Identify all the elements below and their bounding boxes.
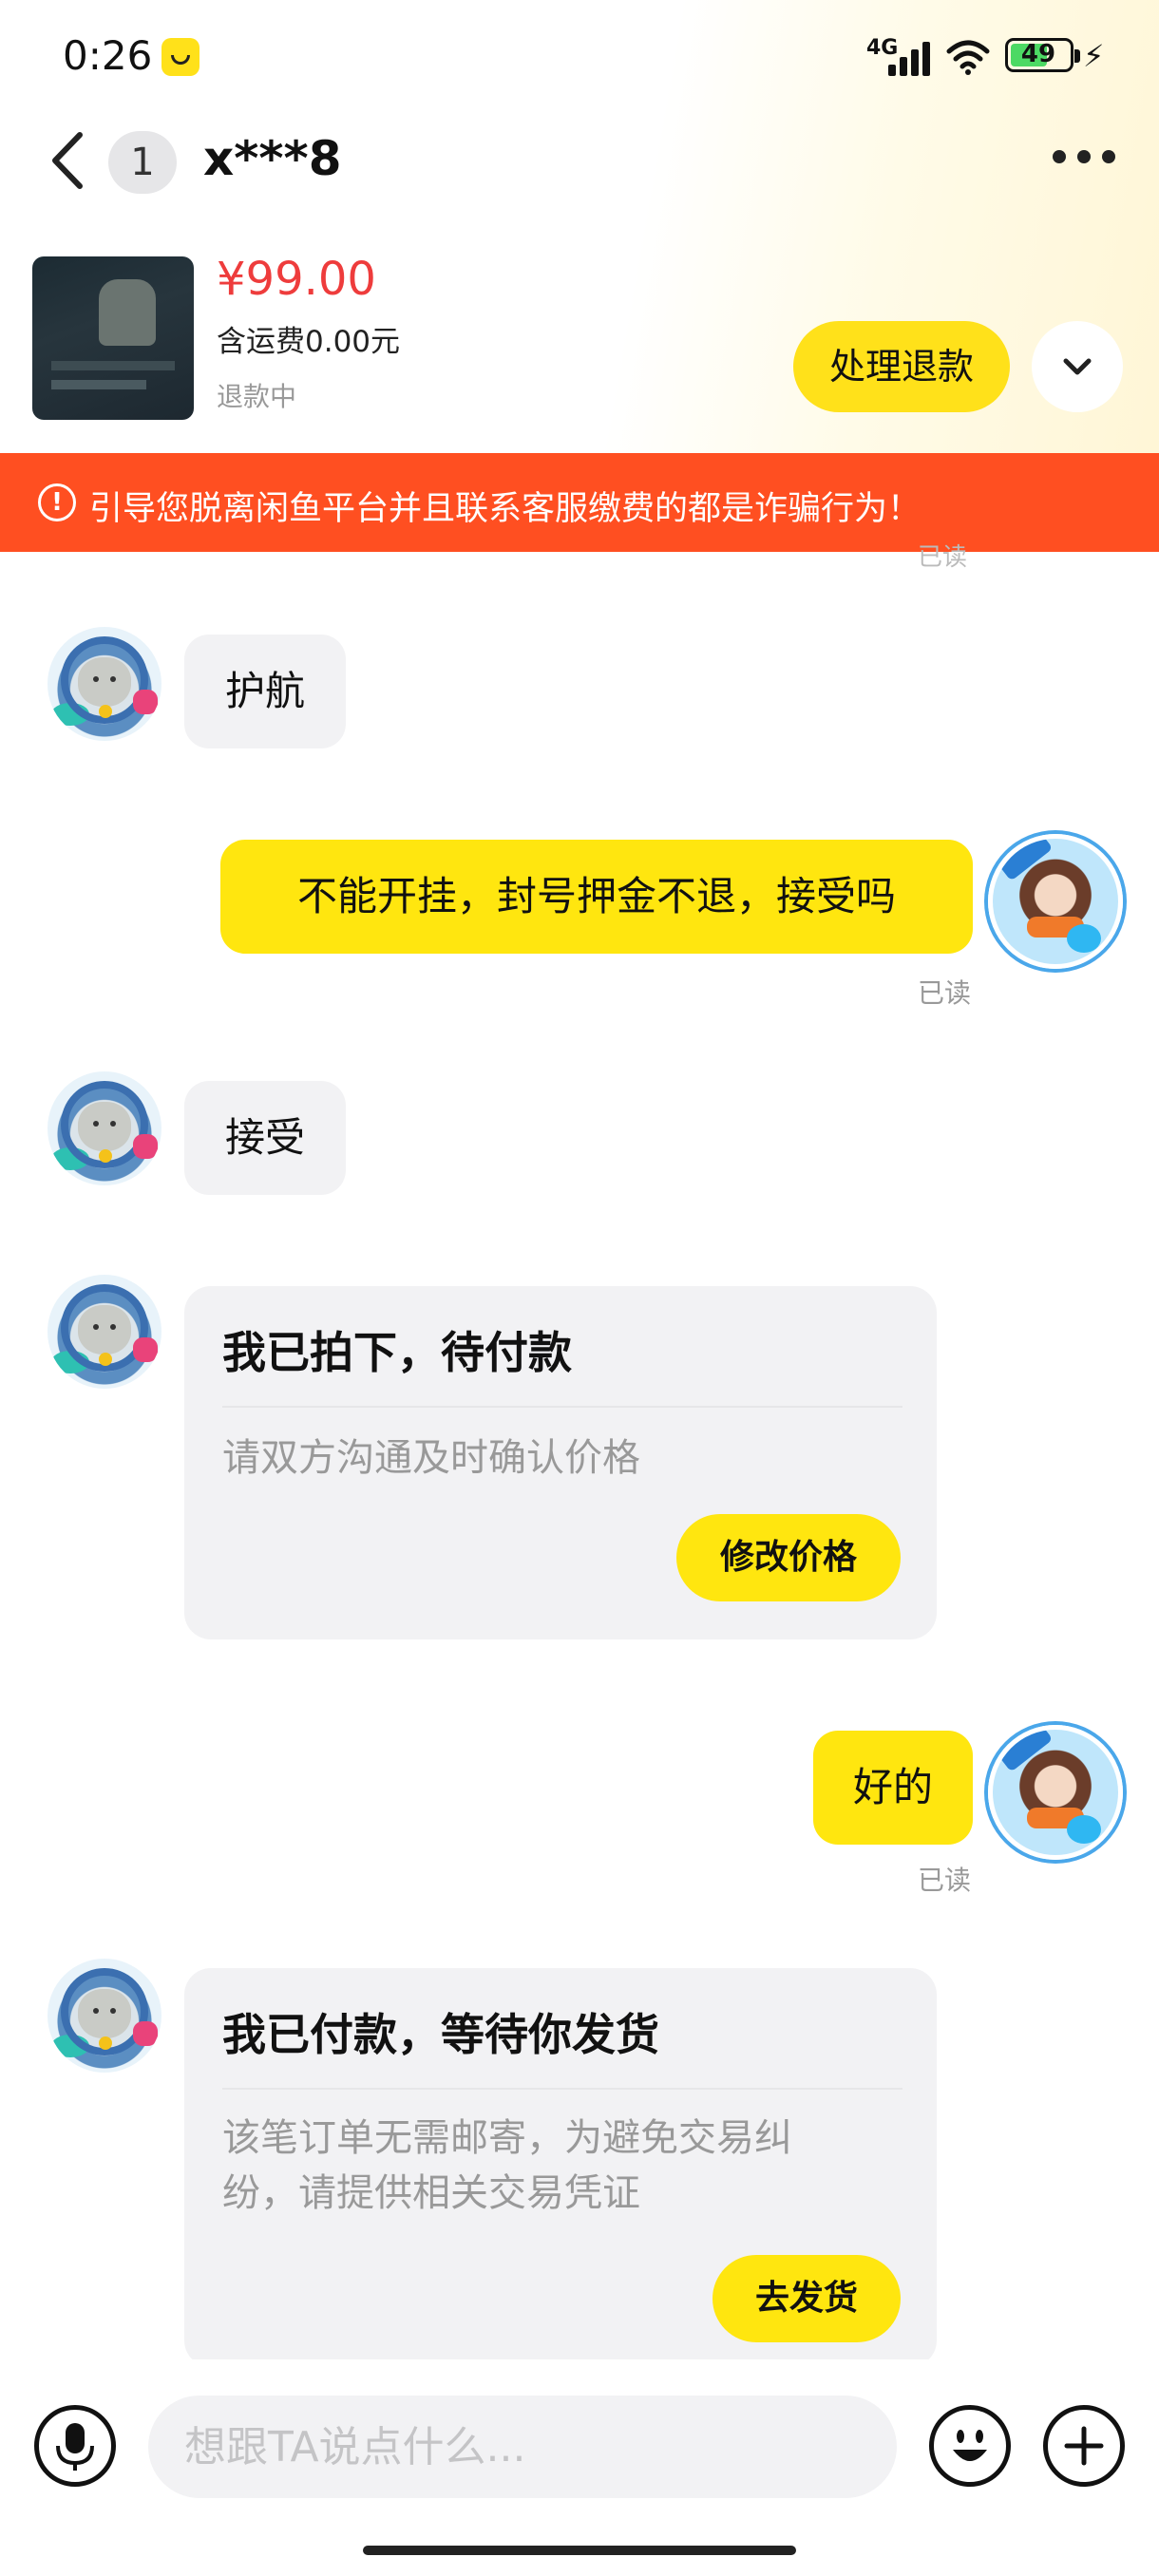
message-bubble-outgoing[interactable]: 好的 — [813, 1731, 973, 1845]
my-avatar[interactable] — [988, 1725, 1123, 1860]
battery-icon: 49 — [1005, 38, 1080, 72]
battery-level: 49 — [1020, 40, 1056, 68]
handle-refund-button[interactable]: 处理退款 — [793, 321, 1010, 412]
read-label: 已读 — [918, 977, 972, 1009]
plus-icon[interactable] — [1043, 2405, 1125, 2487]
message-bubble-incoming[interactable]: 护航 — [184, 635, 346, 748]
fraud-warning-banner: ! 引导您脱离闲鱼平台并且联系客服缴费的都是诈骗行为！ — [0, 453, 1159, 552]
message-bubble-incoming[interactable]: 接受 — [184, 1081, 346, 1195]
card-divider — [222, 2088, 902, 2090]
product-thumbnail[interactable] — [32, 256, 194, 420]
partner-avatar[interactable] — [48, 1959, 162, 2073]
ship-goods-button[interactable]: 去发货 — [712, 2255, 901, 2342]
order-card-awaiting-shipment[interactable]: 我已付款，等待你发货 该笔订单无需邮寄，为避免交易纠 纷，请提供相关交易凭证 去… — [184, 1968, 937, 2367]
message-input[interactable] — [148, 2396, 897, 2498]
card-description: 请双方沟通及时确认价格 — [222, 1436, 640, 1480]
message-bubble-outgoing[interactable]: 不能开挂，封号押金不退，接受吗 — [220, 840, 973, 954]
partner-avatar[interactable] — [48, 1275, 162, 1389]
order-card-pending-payment[interactable]: 我已拍下，待付款 请双方沟通及时确认价格 修改价格 — [184, 1286, 937, 1639]
shipping-fee: 含运费0.00元 — [217, 325, 401, 359]
chevron-down-icon[interactable] — [1032, 321, 1123, 412]
emoji-icon[interactable] — [929, 2405, 1011, 2487]
alert-icon: ! — [38, 483, 76, 521]
my-avatar[interactable] — [988, 834, 1123, 969]
status-time: 0:26 — [63, 32, 153, 79]
card-title: 我已付款，等待你发货 — [222, 2009, 659, 2060]
unread-count-badge[interactable]: 1 — [108, 131, 177, 194]
microphone-icon[interactable] — [34, 2405, 116, 2487]
charging-icon: ⚡ — [1083, 38, 1105, 74]
partner-avatar[interactable] — [48, 627, 162, 741]
order-status: 退款中 — [217, 381, 297, 412]
card-divider — [222, 1406, 902, 1408]
card-description-line-1: 该笔订单无需邮寄，为避免交易纠 — [222, 2116, 792, 2160]
more-options-icon[interactable] — [1053, 150, 1115, 169]
input-bar — [0, 2359, 1159, 2576]
home-indicator[interactable] — [363, 2546, 796, 2555]
back-icon[interactable] — [42, 127, 99, 194]
modify-price-button[interactable]: 修改价格 — [676, 1514, 901, 1601]
chat-header: 1 x***8 — [0, 114, 1159, 209]
card-description-line-2: 纷，请提供相关交易凭证 — [222, 2171, 640, 2215]
product-price: ¥99.00 — [217, 253, 376, 306]
read-label: 已读 — [918, 1865, 972, 1896]
chat-partner-name: x***8 — [203, 131, 342, 186]
product-card[interactable]: ¥99.00 含运费0.00元 退款中 处理退款 — [0, 249, 1159, 439]
card-title: 我已拍下，待付款 — [222, 1327, 572, 1378]
warning-text: 引导您脱离闲鱼平台并且联系客服缴费的都是诈骗行为！ — [89, 490, 922, 528]
read-label-faded: 已读 — [918, 543, 968, 572]
xianyu-app-icon — [162, 38, 200, 76]
status-bar: 0:26 4G 49 ⚡ — [0, 0, 1159, 114]
wifi-icon — [946, 40, 990, 75]
partner-avatar[interactable] — [48, 1071, 162, 1185]
signal-icon — [888, 42, 932, 76]
